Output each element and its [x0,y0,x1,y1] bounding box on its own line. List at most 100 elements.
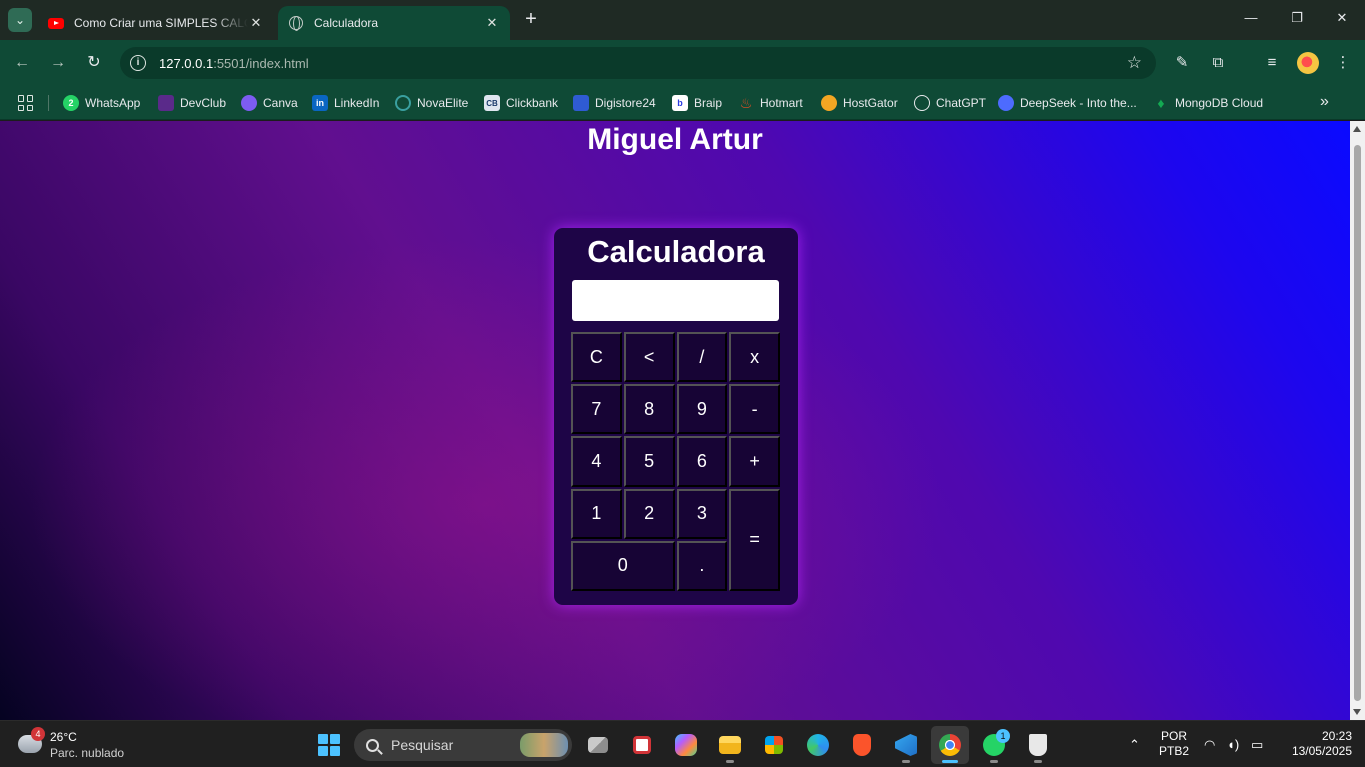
tab-youtube[interactable]: Como Criar uma SIMPLES CALC ✕ [38,6,274,40]
tab-calculadora[interactable]: Calculadora ✕ [278,6,510,40]
address-bar[interactable]: i 127.0.0.1:5501/index.html ☆ [120,47,1156,79]
key-1[interactable]: 1 [571,488,622,539]
whatsapp-icon: 2 [63,95,79,111]
restore-button[interactable]: ❐ [1287,10,1307,26]
edge-app[interactable] [799,726,837,764]
calculator: Calculadora C < / x 7 8 9 - 4 5 6 + 1 2 … [554,228,798,605]
key-2[interactable]: 2 [623,488,675,539]
scroll-up-icon[interactable] [1353,126,1361,132]
minimize-button[interactable]: — [1241,10,1261,25]
scrollbar-thumb[interactable] [1354,145,1361,701]
extensions-icon[interactable]: ⧉ [1207,52,1229,74]
search-icon [366,738,379,752]
bookmark-label: HostGator [843,96,898,110]
tab-strip: ⌄ Como Criar uma SIMPLES CALC ✕ Calculad… [0,0,1365,40]
apps-grid-icon[interactable] [18,95,34,111]
key-7[interactable]: 7 [571,384,622,435]
key-3[interactable]: 3 [676,488,728,539]
task-view-button[interactable] [579,726,617,764]
key-9[interactable]: 9 [676,384,728,435]
volume-icon[interactable]: ◖) [1227,737,1239,752]
copilot-app[interactable] [667,726,705,764]
bookmark-whatsapp[interactable]: 2 WhatsApp [63,93,140,113]
key-8[interactable]: 8 [623,384,675,435]
scroll-down-icon[interactable] [1353,709,1361,715]
divider [48,95,49,111]
calculator-title: Calculadora [587,234,765,269]
bookmark-deepseek[interactable]: DeepSeek - Into the... [998,93,1137,113]
key-backspace[interactable]: < [623,332,675,383]
bookmark-linkedin[interactable]: in LinkedIn [312,93,379,113]
key-decimal[interactable]: . [676,540,728,591]
new-tab-button[interactable]: + [520,9,542,31]
snipping-tool-icon [633,736,651,754]
brave-app[interactable] [843,726,881,764]
site-info-icon[interactable]: i [130,55,146,71]
devclub-icon [158,95,174,111]
bookmark-hotmart[interactable]: ♨ Hotmart [738,93,803,113]
whatsapp-app[interactable]: 1 [975,726,1013,764]
eyedropper-icon[interactable]: ✎ [1171,52,1193,74]
close-icon[interactable]: ✕ [248,15,264,31]
calculator-display[interactable] [572,280,779,321]
bookmark-digistore24[interactable]: Digistore24 [573,93,656,113]
key-5[interactable]: 5 [623,436,675,487]
taskbar-search[interactable]: Pesquisar [354,729,572,761]
bookmark-label: WhatsApp [85,96,141,110]
calculator-keypad: C < / x 7 8 9 - 4 5 6 + 1 2 3 = 0 . [571,332,780,593]
digistore-icon [573,95,589,111]
chrome-app[interactable] [931,726,969,764]
key-minus[interactable]: - [729,384,780,435]
reload-icon[interactable]: ↻ [83,52,105,74]
language-code: POR [1160,729,1187,743]
windows-logo-icon [318,734,340,756]
key-clear[interactable]: C [571,332,622,383]
bookmark-label: Digistore24 [595,96,656,110]
key-plus[interactable]: + [729,436,780,487]
close-icon[interactable]: ✕ [484,15,500,31]
key-0[interactable]: 0 [571,540,675,591]
menu-icon[interactable]: ⋮ [1332,52,1354,74]
epic-games-icon [1029,734,1047,756]
epic-games-app[interactable] [1019,726,1057,764]
key-4[interactable]: 4 [571,436,622,487]
bookmark-canva[interactable]: Canva [241,93,298,113]
linkedin-icon: in [312,95,328,111]
keyboard-layout: PTB2 [1158,744,1189,758]
tab-title: Como Criar uma SIMPLES CALC [74,16,248,30]
key-equals[interactable]: = [729,488,780,591]
start-button[interactable] [310,726,348,764]
bookmark-label: DeepSeek - Into the... [1020,96,1137,110]
language-indicator[interactable]: POR PTB2 [1158,729,1190,759]
profile-avatar[interactable] [1297,52,1319,74]
bookmark-braip[interactable]: b Braip [672,93,722,113]
page-scrollbar[interactable] [1350,121,1365,720]
bookmark-star-icon[interactable]: ☆ [1127,53,1142,73]
forward-icon[interactable]: → [47,52,69,74]
chevron-up-icon[interactable]: ⌃ [1129,737,1140,753]
tab-search-button[interactable]: ⌄ [8,8,32,32]
battery-icon[interactable]: ▭ [1251,737,1263,753]
bookmark-label: Clickbank [506,96,559,110]
time: 20:23 [1321,729,1352,743]
file-explorer-app[interactable] [711,726,749,764]
wifi-icon[interactable]: ◠ [1204,737,1215,753]
bookmark-chatgpt[interactable]: ChatGPT [914,93,986,113]
bookmark-novaelite[interactable]: NovaElite [395,93,468,113]
bookmark-hostgator[interactable]: HostGator [821,93,898,113]
microsoft-store-app[interactable] [755,726,793,764]
chevron-right-icon[interactable]: » [1320,93,1329,111]
weather-widget[interactable]: 4 26°C Parc. nublado [16,727,156,761]
vscode-app[interactable] [887,726,925,764]
key-multiply[interactable]: x [729,332,780,383]
bookmark-devclub[interactable]: DevClub [158,93,226,113]
close-window-button[interactable]: ✕ [1332,10,1352,26]
back-icon[interactable]: ← [11,52,33,74]
clock[interactable]: 20:23 13/05/2025 [1280,729,1352,759]
bookmark-mongodb[interactable]: ♦ MongoDB Cloud [1153,93,1263,113]
key-divide[interactable]: / [676,332,728,383]
bookmark-clickbank[interactable]: CB Clickbank [484,93,558,113]
key-6[interactable]: 6 [676,436,728,487]
media-controls-icon[interactable]: ≡ [1261,52,1283,74]
snipping-tool-app[interactable] [623,726,661,764]
